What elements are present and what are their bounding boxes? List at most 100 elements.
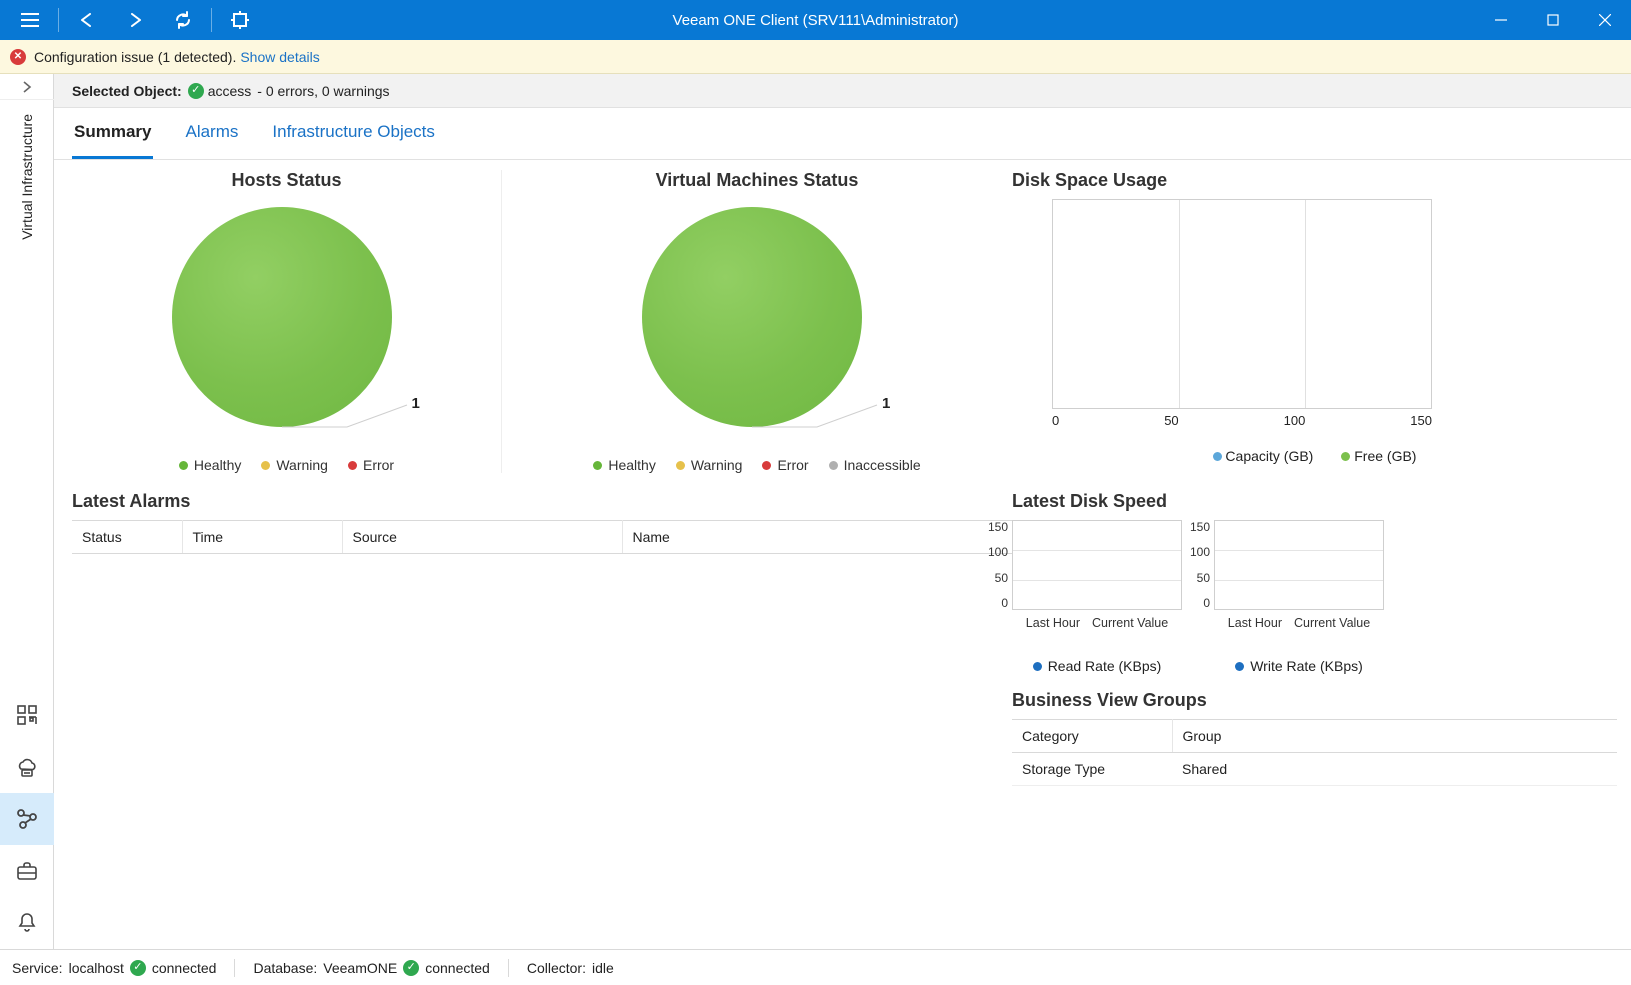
disk-speed-title: Latest Disk Speed — [1012, 491, 1617, 512]
cell-group: Shared — [1172, 753, 1617, 786]
sidebar: Virtual Infrastructure — [0, 74, 54, 949]
hosts-status-legend: Healthy Warning Error — [179, 457, 394, 473]
legend-label: Error — [363, 457, 394, 473]
hamburger-menu[interactable] — [6, 0, 54, 40]
alarms-col-time[interactable]: Time — [182, 521, 342, 554]
disk-usage-card: Disk Space Usage 0 50 100 150 Capacity (… — [1012, 170, 1617, 464]
separator — [211, 8, 212, 32]
error-icon: ✕ — [10, 49, 26, 65]
sidebar-item-briefcase[interactable] — [0, 845, 54, 897]
alarms-col-status[interactable]: Status — [72, 521, 182, 554]
legend-label: Error — [777, 457, 808, 473]
right-column-lower: Latest Disk Speed 150 100 50 0 — [1012, 491, 1617, 786]
refresh-button[interactable] — [159, 0, 207, 40]
dot-inaccessible-icon — [829, 461, 838, 470]
status-ok-icon: ✓ — [130, 960, 146, 976]
alarms-col-source[interactable]: Source — [342, 521, 622, 554]
vms-status-title: Virtual Machines Status — [656, 170, 859, 191]
hosts-status-card: Hosts Status 1 Healthy Warning Error — [72, 170, 502, 473]
status-ok-icon: ✓ — [188, 83, 204, 99]
write-rate-chart: 150 100 50 0 — [1214, 520, 1384, 674]
selected-label: Selected Object: — [72, 83, 182, 99]
disk-usage-chart — [1052, 199, 1432, 409]
latest-alarms-title: Latest Alarms — [72, 491, 1012, 512]
titlebar: Veeam ONE Client (SRV111\Administrator) — [0, 0, 1631, 40]
dot-free-icon — [1341, 452, 1350, 461]
dot-healthy-icon — [593, 461, 602, 470]
separator — [234, 959, 235, 977]
biz-col-category[interactable]: Category — [1012, 720, 1172, 753]
alarms-col-name[interactable]: Name — [622, 521, 1012, 554]
axis-tick: 150 — [988, 520, 1008, 534]
main-area: Selected Object: ✓ access - 0 errors, 0 … — [54, 74, 1631, 949]
axis-label: Last Hour — [1026, 616, 1080, 630]
tab-infra-obj[interactable]: Infrastructure Objects — [270, 110, 437, 159]
sidebar-item-qr[interactable] — [0, 689, 54, 741]
biz-col-group[interactable]: Group — [1172, 720, 1617, 753]
legend-label: Healthy — [194, 457, 241, 473]
disk-usage-axis: 0 50 100 150 — [1052, 413, 1432, 428]
legend-label: Read Rate (KBps) — [1048, 658, 1162, 674]
legend-label: Warning — [276, 457, 328, 473]
service-value: localhost — [69, 960, 124, 976]
nav-back-button[interactable] — [63, 0, 111, 40]
hosts-status-title: Hosts Status — [231, 170, 341, 191]
dot-warning-icon — [261, 461, 270, 470]
dot-read-icon — [1033, 662, 1042, 671]
dot-capacity-icon — [1213, 452, 1222, 461]
window-minimize-button[interactable] — [1475, 0, 1527, 40]
hosts-status-count: 1 — [412, 395, 420, 412]
selected-object-summary: - 0 errors, 0 warnings — [257, 83, 389, 99]
axis-tick: 100 — [1284, 413, 1306, 428]
sidebar-expand-toggle[interactable] — [0, 74, 54, 100]
legend-label: Inaccessible — [844, 457, 921, 473]
sidebar-item-cloud[interactable] — [0, 741, 54, 793]
legend-label: Healthy — [608, 457, 655, 473]
nav-forward-button[interactable] — [111, 0, 159, 40]
sidebar-item-infrastructure[interactable] — [0, 793, 54, 845]
banner-text: Configuration issue (1 detected). — [34, 49, 236, 65]
axis-tick: 0 — [1203, 596, 1210, 610]
axis-tick: 0 — [1052, 413, 1059, 428]
latest-alarms-card: Latest Alarms Status Time Source Name — [72, 491, 1012, 600]
fullscreen-button[interactable] — [216, 0, 264, 40]
selected-object-name: access — [208, 83, 252, 99]
vms-status-count: 1 — [882, 395, 890, 412]
dot-write-icon — [1235, 662, 1244, 671]
sidebar-nav — [0, 689, 54, 949]
window-close-button[interactable] — [1579, 0, 1631, 40]
table-row[interactable]: Storage Type Shared — [1012, 753, 1617, 786]
collector-label: Collector: — [527, 960, 586, 976]
dot-warning-icon — [676, 461, 685, 470]
dot-error-icon — [762, 461, 771, 470]
tab-summary[interactable]: Summary — [72, 110, 153, 159]
axis-tick: 100 — [1190, 545, 1210, 559]
config-issue-banner: ✕ Configuration issue (1 detected). Show… — [0, 40, 1631, 74]
axis-tick: 50 — [995, 571, 1008, 585]
banner-details-link[interactable]: Show details — [240, 49, 319, 65]
service-status: connected — [152, 960, 217, 976]
axis-tick: 150 — [1190, 520, 1210, 534]
legend-label: Warning — [691, 457, 743, 473]
disk-speed-charts: 150 100 50 0 — [1012, 520, 1617, 674]
vms-status-card: Virtual Machines Status 1 Healthy Warnin… — [502, 170, 1012, 473]
disk-usage-legend: Capacity (GB) Free (GB) — [1012, 448, 1617, 464]
service-label: Service: — [12, 960, 63, 976]
selected-object-strip: Selected Object: ✓ access - 0 errors, 0 … — [54, 74, 1631, 108]
read-rate-chart: 150 100 50 0 — [1012, 520, 1182, 674]
legend-label: Free (GB) — [1354, 448, 1416, 464]
window-maximize-button[interactable] — [1527, 0, 1579, 40]
disk-usage-title: Disk Space Usage — [1012, 170, 1617, 191]
axis-tick: 50 — [1197, 571, 1210, 585]
dot-healthy-icon — [179, 461, 188, 470]
dot-error-icon — [348, 461, 357, 470]
content-scroller[interactable]: Hosts Status 1 Healthy Warning Error Vir… — [54, 160, 1631, 949]
tabs: Summary Alarms Infrastructure Objects — [54, 108, 1631, 160]
latest-alarms-table: Status Time Source Name — [72, 520, 1012, 554]
cell-category: Storage Type — [1012, 753, 1172, 786]
sidebar-section-title: Virtual Infrastructure — [19, 100, 35, 254]
biz-view-title: Business View Groups — [1012, 690, 1617, 711]
vms-status-legend: Healthy Warning Error Inaccessible — [593, 457, 920, 473]
tab-alarms[interactable]: Alarms — [183, 110, 240, 159]
sidebar-item-bell[interactable] — [0, 897, 54, 949]
